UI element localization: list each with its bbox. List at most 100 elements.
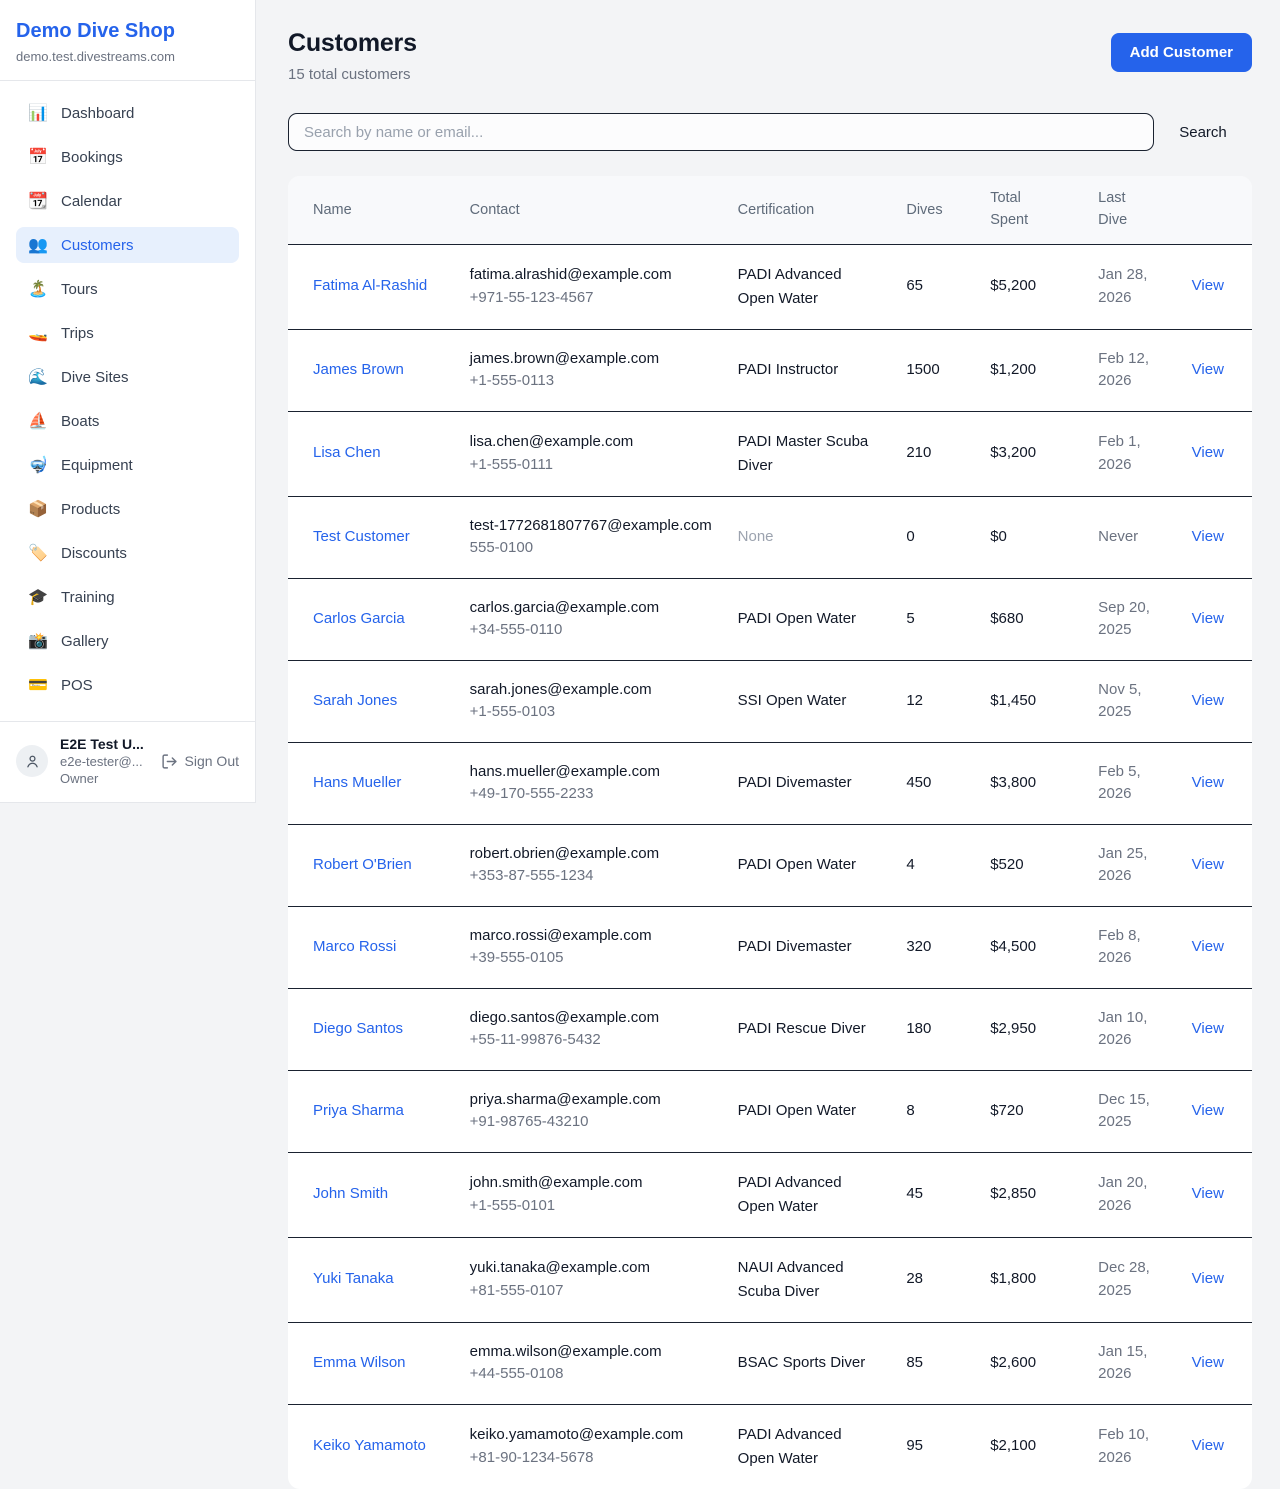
customer-name-link[interactable]: Yuki Tanaka [313,1270,394,1287]
add-customer-button[interactable]: Add Customer [1111,33,1252,72]
customer-name-link[interactable]: Sarah Jones [313,692,397,709]
view-link[interactable]: View [1192,1185,1224,1202]
column-header-last-dive: Last Dive [1086,176,1180,244]
customer-name-link[interactable]: Lisa Chen [313,444,381,461]
sidebar-item-label: Trips [61,325,94,342]
view-cell: View [1180,906,1252,988]
sidebar-item-customers[interactable]: 👥 Customers [16,227,239,263]
sidebar-item-boats[interactable]: ⛵Boats [16,403,239,439]
customer-name-link[interactable]: Robert O'Brien [313,856,412,873]
customer-name-link[interactable]: Keiko Yamamoto [313,1437,426,1454]
sidebar-item-equipment[interactable]: 🤿Equipment [16,447,239,483]
island-icon: 🏝️ [28,279,48,299]
view-link[interactable]: View [1192,938,1224,955]
dives-cell: 95 [894,1404,978,1489]
view-link[interactable]: View [1192,361,1224,378]
last-dive-cell: Jan 20, 2026 [1086,1152,1180,1237]
customer-name-link[interactable]: Fatima Al-Rashid [313,277,427,294]
customer-contact-cell: fatima.alrashid@example.com+971-55-123-4… [458,244,726,329]
customer-contact-cell: john.smith@example.com+1-555-0101 [458,1152,726,1237]
view-link[interactable]: View [1192,856,1224,873]
sidebar: Demo Dive Shop demo.test.divestreams.com… [0,0,256,803]
view-link[interactable]: View [1192,774,1224,791]
customer-name-link[interactable]: John Smith [313,1185,388,1202]
customer-email: robert.obrien@example.com [470,843,714,866]
sidebar-item-label: Dashboard [61,105,134,122]
sidebar-item-trips[interactable]: 🚤Trips [16,315,239,351]
view-cell: View [1180,988,1252,1070]
certification-cell: PADI Rescue Diver [726,988,895,1070]
certification-cell: PADI Advanced Open Water [726,1152,895,1237]
customer-email: test-1772681807767@example.com [470,515,714,538]
total-spent-cell: $3,200 [978,411,1086,496]
sidebar-item-label: Customers [61,237,134,254]
view-link[interactable]: View [1192,444,1224,461]
search-input[interactable] [288,113,1154,151]
customer-contact-cell: test-1772681807767@example.com555-0100 [458,496,726,578]
dives-cell: 8 [894,1070,978,1152]
customer-name-cell: Emma Wilson [288,1322,458,1404]
sidebar-item-discounts[interactable]: 🏷️Discounts [16,535,239,571]
customer-email: sarah.jones@example.com [470,679,714,702]
customer-email: diego.santos@example.com [470,1007,714,1030]
customer-name-link[interactable]: Marco Rossi [313,938,396,955]
people-icon: 👥 [28,235,48,255]
customer-name-link[interactable]: Priya Sharma [313,1102,404,1119]
dives-cell: 180 [894,988,978,1070]
customer-name-link[interactable]: Hans Mueller [313,774,401,791]
customer-phone: +81-555-0107 [470,1280,714,1303]
sidebar-item-gallery[interactable]: 📸Gallery [16,623,239,659]
sidebar-item-label: Tours [61,281,98,298]
view-link[interactable]: View [1192,1270,1224,1287]
customer-name-link[interactable]: Test Customer [313,528,410,545]
sidebar-item-label: POS [61,677,93,694]
search-button[interactable]: Search [1170,123,1236,142]
sidebar-item-bookings[interactable]: 📅Bookings [16,139,239,175]
customer-name-link[interactable]: James Brown [313,361,404,378]
certification-cell: PADI Advanced Open Water [726,244,895,329]
customer-phone: +353-87-555-1234 [470,865,714,888]
customer-row: Test Customer test-1772681807767@example.… [288,496,1252,578]
customer-phone: +971-55-123-4567 [470,287,714,310]
bar-chart-icon: 📊 [28,103,48,123]
view-link[interactable]: View [1192,1102,1224,1119]
diving-mask-icon: 🤿 [28,455,48,475]
dives-cell: 65 [894,244,978,329]
total-spent-cell: $2,850 [978,1152,1086,1237]
sign-out-button[interactable]: Sign Out [161,753,239,770]
search-row: Search [288,113,1252,151]
sailboat-icon: ⛵ [28,411,48,431]
sidebar-item-training[interactable]: 🎓Training [16,579,239,615]
customer-row: Fatima Al-Rashid fatima.alrashid@example.… [288,244,1252,329]
view-link[interactable]: View [1192,1020,1224,1037]
certification-cell: PADI Instructor [726,329,895,411]
customer-name-link[interactable]: Carlos Garcia [313,610,405,627]
customer-name-link[interactable]: Diego Santos [313,1020,403,1037]
sidebar-item-tours[interactable]: 🏝️ Tours [16,271,239,307]
view-cell: View [1180,1404,1252,1489]
sidebar-item-products[interactable]: 📦Products [16,491,239,527]
customer-name-cell: Fatima Al-Rashid [288,244,458,329]
sidebar-item-dive-sites[interactable]: 🌊Dive Sites [16,359,239,395]
customer-name-link[interactable]: Emma Wilson [313,1354,406,1371]
page-title: Customers [288,28,417,58]
view-cell: View [1180,578,1252,660]
view-link[interactable]: View [1192,692,1224,709]
last-dive-cell: Jan 15, 2026 [1086,1322,1180,1404]
view-link[interactable]: View [1192,277,1224,294]
view-link[interactable]: View [1192,1354,1224,1371]
page-header-text: Customers 15 total customers [288,28,417,83]
brand-name: Demo Dive Shop [16,19,239,43]
sidebar-item-pos[interactable]: 💳POS [16,667,239,703]
view-link[interactable]: View [1192,528,1224,545]
customer-contact-cell: robert.obrien@example.com+353-87-555-123… [458,824,726,906]
customer-phone: +49-170-555-2233 [470,783,714,806]
sidebar-item-label: Bookings [61,149,123,166]
customer-contact-cell: marco.rossi@example.com+39-555-0105 [458,906,726,988]
customer-phone: 555-0100 [470,537,714,560]
sidebar-item-dashboard[interactable]: 📊 Dashboard [16,95,239,131]
view-link[interactable]: View [1192,1437,1224,1454]
sidebar-item-calendar[interactable]: 📆Calendar [16,183,239,219]
column-header-contact: Contact [458,176,726,244]
view-link[interactable]: View [1192,610,1224,627]
